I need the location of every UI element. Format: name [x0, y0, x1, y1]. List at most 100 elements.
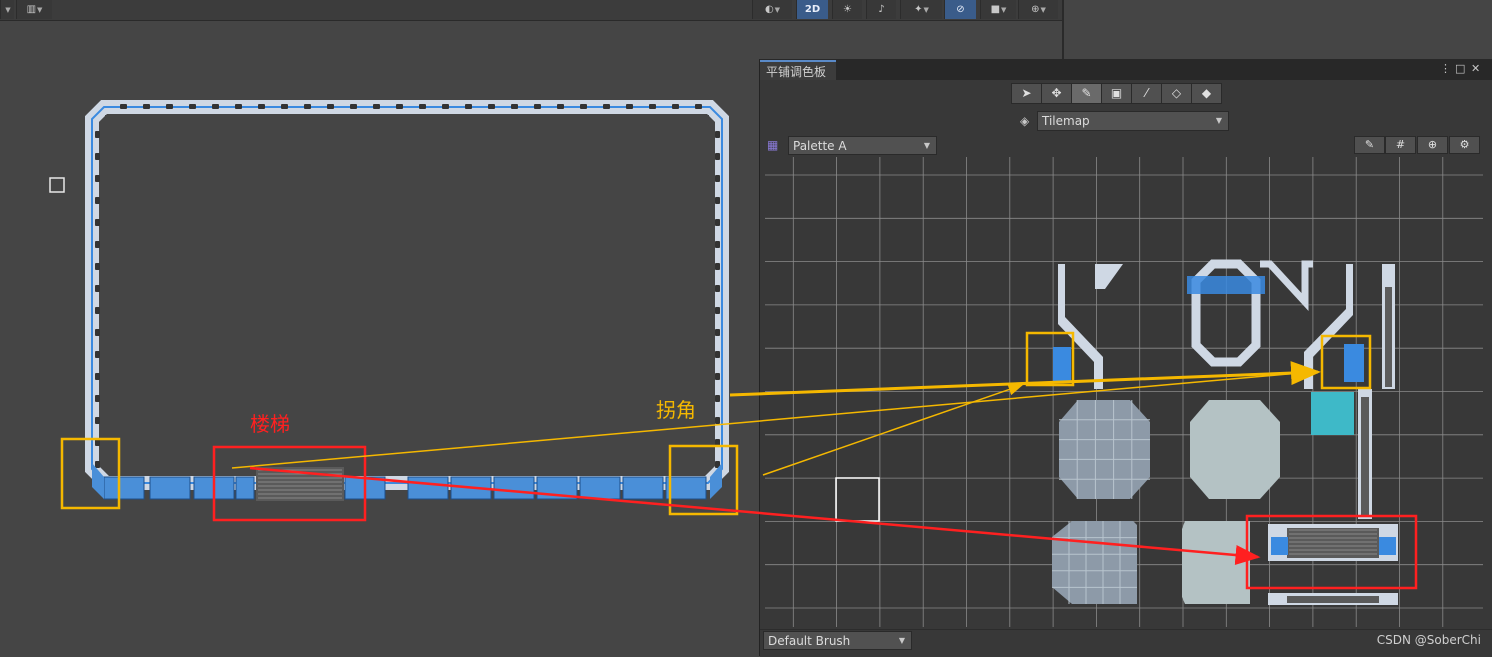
bolt [715, 131, 720, 138]
layout-dropdown-button[interactable]: ▼ [0, 0, 14, 19]
room-wall-frame [85, 100, 729, 490]
brush-dropdown-label: Default Brush [768, 634, 851, 648]
panel-divider [1062, 0, 1064, 60]
bolt [626, 104, 633, 109]
bolt [465, 104, 472, 109]
eraser-tool-icon: ◇ [1171, 86, 1182, 100]
bolt [350, 104, 357, 109]
picker-tool-icon: ⁄ [1145, 86, 1148, 100]
move-tool-button[interactable]: ✥ [1041, 83, 1072, 104]
effects-icon: ✦ [914, 4, 923, 15]
shading-mode-icon: ◐ [764, 4, 774, 15]
hidden-visibility-icon: ⊘ [956, 4, 965, 15]
palette-tool-strip: ➤ ✥ ✎ ▣ ⁄ ◇ ◆ [1011, 83, 1222, 104]
bolt [95, 197, 100, 204]
wall-panel [149, 476, 191, 500]
close-icon[interactable]: ✕ [1471, 62, 1480, 76]
bolt [672, 104, 679, 109]
edit-pencil-icon: ✎ [1364, 138, 1375, 151]
bolt [95, 219, 100, 226]
fill-tool-button[interactable]: ◆ [1191, 83, 1222, 104]
palette-tile-grid[interactable] [765, 157, 1483, 627]
wall-panel [493, 476, 535, 500]
bolt [258, 104, 265, 109]
bolt [715, 263, 720, 270]
bolt [327, 104, 334, 109]
bolt [715, 373, 720, 380]
bolt [715, 219, 720, 226]
grid-toggle-button[interactable]: # [1385, 136, 1416, 154]
bolt [715, 153, 720, 160]
chevron-down-icon: ▼ [898, 636, 905, 645]
scene-view[interactable]: 楼梯 拐角 [0, 21, 760, 656]
bolt [95, 307, 100, 314]
wall-panel [450, 476, 492, 500]
gizmo-toggle-button[interactable]: ⊕ [1417, 136, 1448, 154]
tile-palette-window: 平铺调色板 ⋮ □ ✕ ➤ ✥ ✎ ▣ ⁄ ◇ ◆ ◈ Tilemap ▼ ▦ … [759, 59, 1492, 657]
select-tool-button[interactable]: ➤ [1011, 83, 1042, 104]
lighting-toggle[interactable]: ☀ [832, 0, 862, 19]
camera-icon: ■ [990, 4, 1001, 15]
shading-mode-button[interactable]: ◐▼ [752, 0, 792, 19]
visibility-toggle[interactable]: ⊘ [944, 0, 976, 19]
bolt [603, 104, 610, 109]
bolt [715, 395, 720, 402]
palette-dropdown[interactable]: Palette A ▼ [788, 136, 937, 155]
grid-snapping-button[interactable]: ▥▼ [16, 0, 52, 19]
grid-snapping-icon: ▥ [26, 4, 37, 15]
bolt [396, 104, 403, 109]
scene-toolbar: ▼ ▥▼ ◐▼ 2D ☀ ♪ ✦▼ ⊘ ■▼ ⊕▼ [0, 0, 1063, 21]
bolt [95, 131, 100, 138]
audio-toggle[interactable]: ♪ [866, 0, 896, 19]
bolt [695, 104, 702, 109]
paint-brush-tool-icon: ✎ [1081, 86, 1092, 100]
wall-panel [103, 476, 145, 500]
bolt [212, 104, 219, 109]
camera-button[interactable]: ■▼ [980, 0, 1016, 19]
layers-icon: ◈ [1020, 114, 1030, 128]
bolt [166, 104, 173, 109]
tile-cursor-marker [49, 177, 65, 193]
bolt [557, 104, 564, 109]
gizmos-button[interactable]: ⊕▼ [1018, 0, 1058, 19]
maximize-icon[interactable]: □ [1455, 62, 1465, 76]
mode-2d-toggle[interactable]: 2D [796, 0, 828, 19]
bolt [442, 104, 449, 109]
brush-dropdown[interactable]: Default Brush ▼ [763, 631, 912, 650]
bolt [95, 241, 100, 248]
tab-tile-palette[interactable]: 平铺调色板 [760, 60, 837, 80]
bolt [189, 104, 196, 109]
palette-floor-tiles [1052, 392, 1354, 604]
watermark: CSDN @SoberChi [1376, 633, 1481, 647]
settings-button[interactable]: ⚙ [1449, 136, 1480, 154]
corner-label: 拐角 [656, 398, 696, 422]
chevron-down-icon: ▼ [923, 141, 930, 150]
tilemap-dropdown[interactable]: Tilemap ▼ [1037, 111, 1229, 131]
bolt [715, 197, 720, 204]
gizmo-toggle-icon: ⊕ [1427, 138, 1438, 151]
bolt [143, 104, 150, 109]
effects-button[interactable]: ✦▼ [900, 0, 942, 19]
wall-panel [665, 476, 707, 500]
box-fill-tool-icon: ▣ [1110, 86, 1123, 100]
lighting-icon: ☀ [843, 4, 852, 15]
bolt [715, 175, 720, 182]
stairs-label: 楼梯 [250, 412, 290, 436]
wall-panel [536, 476, 578, 500]
paint-brush-tool-button[interactable]: ✎ [1071, 83, 1102, 104]
settings-icon: ⚙ [1459, 138, 1470, 151]
bolt [95, 373, 100, 380]
selected-cell [835, 477, 880, 522]
bolt [715, 307, 720, 314]
palette-dropdown-label: Palette A [793, 139, 847, 153]
bolt [95, 351, 100, 358]
wall-panel [622, 476, 664, 500]
bolt [95, 285, 100, 292]
edit-palette-button[interactable]: ✎ [1354, 136, 1385, 154]
bolt [715, 417, 720, 424]
bolt [488, 104, 495, 109]
more-options-icon[interactable]: ⋮ [1440, 62, 1451, 76]
picker-tool-button[interactable]: ⁄ [1131, 83, 1162, 104]
box-fill-tool-button[interactable]: ▣ [1101, 83, 1132, 104]
eraser-tool-button[interactable]: ◇ [1161, 83, 1192, 104]
